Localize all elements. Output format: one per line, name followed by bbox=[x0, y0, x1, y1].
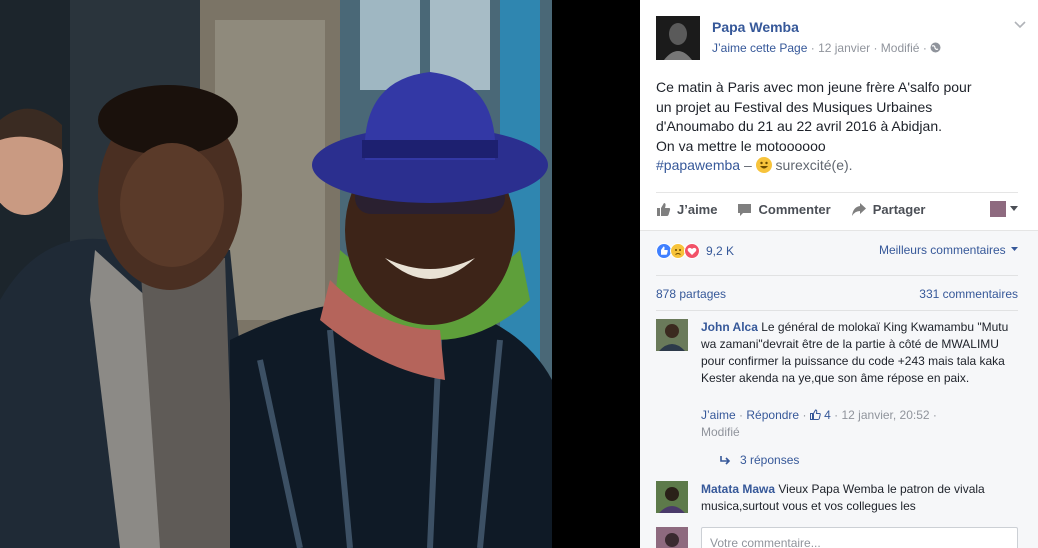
post-meta: J’aime cette Page · 12 janvier · Modifié… bbox=[712, 41, 941, 55]
caret-down-icon bbox=[1010, 206, 1018, 211]
page-avatar[interactable] bbox=[656, 16, 700, 60]
post-action-bar: J’aime Commenter Partager bbox=[656, 192, 1018, 226]
post-panel: Papa Wemba J’aime cette Page · 12 janvie… bbox=[640, 0, 1038, 548]
current-user-avatar bbox=[656, 527, 688, 548]
feeling-text: surexcité(e). bbox=[775, 157, 853, 173]
photo-illustration bbox=[0, 0, 552, 548]
post-text-line: On va mettre le motoooooo bbox=[656, 137, 826, 154]
post-header: Papa Wemba J’aime cette Page · 12 janvie… bbox=[656, 14, 1026, 64]
post-text-line: un projet au Festival des Musiques Urbai… bbox=[656, 98, 933, 115]
comment-author-link[interactable]: Matata Mawa bbox=[701, 482, 775, 496]
share-button[interactable]: Partager bbox=[851, 202, 926, 217]
excited-emoji-icon bbox=[755, 157, 772, 173]
post-stats: 878 partages 331 commentaires bbox=[656, 275, 1018, 311]
comment-time[interactable]: 12 janvier, 20:52 bbox=[842, 408, 930, 422]
comment-reply-link[interactable]: Répondre bbox=[746, 408, 799, 422]
actor-selector[interactable] bbox=[990, 201, 1018, 217]
thumbs-up-icon bbox=[809, 409, 821, 420]
replies-count: 3 réponses bbox=[740, 453, 800, 467]
commenter-avatar[interactable] bbox=[656, 481, 688, 513]
comment-icon bbox=[738, 204, 752, 216]
comment-like-link[interactable]: J’aime bbox=[701, 408, 736, 422]
globe-icon bbox=[930, 41, 941, 55]
page-name-link[interactable]: Papa Wemba bbox=[712, 19, 799, 35]
reactions-summary[interactable]: 9,2 K Meilleurs commentaires bbox=[656, 241, 1018, 261]
like-button[interactable]: J’aime bbox=[656, 202, 717, 217]
share-arrow-icon bbox=[851, 203, 866, 216]
comment-item: Matata Mawa Vieux Papa Wemba le patron d… bbox=[656, 481, 1018, 521]
thumbs-up-icon bbox=[657, 203, 671, 216]
view-replies-link[interactable]: 3 réponses bbox=[720, 453, 799, 467]
comment-sort-dropdown[interactable]: Meilleurs commentaires bbox=[879, 243, 1018, 257]
comment-actions: J’aime · Répondre · 4 · 12 janvier, 20:5… bbox=[701, 408, 937, 439]
comment-body: Matata Mawa Vieux Papa Wemba le patron d… bbox=[701, 481, 1018, 515]
love-reaction-icon bbox=[684, 243, 700, 259]
comment-composer: Votre commentaire... bbox=[656, 527, 1018, 548]
post-date[interactable]: 12 janvier bbox=[818, 41, 870, 55]
comment-input[interactable]: Votre commentaire... bbox=[701, 527, 1018, 548]
caret-down-icon bbox=[1011, 247, 1018, 251]
reply-arrow-icon bbox=[720, 456, 731, 465]
photo-frame bbox=[552, 0, 640, 548]
comment-item: John Alca Le général de molokaï King Kwa… bbox=[656, 319, 1018, 469]
like-button-label: J’aime bbox=[677, 202, 718, 217]
like-page-link[interactable]: J’aime cette Page bbox=[712, 41, 807, 55]
actor-avatar bbox=[990, 201, 1006, 217]
feedback-section: 9,2 K Meilleurs commentaires 878 partage… bbox=[640, 230, 1038, 548]
reaction-count[interactable]: 9,2 K bbox=[706, 244, 734, 258]
comment-body: John Alca Le général de molokaï King Kwa… bbox=[701, 319, 1018, 387]
comment-likes-count[interactable]: 4 bbox=[809, 408, 834, 422]
comment-button-label: Commenter bbox=[758, 202, 831, 217]
post-options-chevron-icon[interactable] bbox=[1014, 18, 1026, 32]
post-text: Ce matin à Paris avec mon jeune frère A'… bbox=[656, 78, 1024, 176]
shares-count-link[interactable]: 878 partages bbox=[656, 287, 726, 301]
comment-likes-value: 4 bbox=[824, 408, 831, 422]
comment-edited[interactable]: Modifié bbox=[701, 425, 740, 439]
feeling-separator: – bbox=[743, 157, 752, 173]
comment-button[interactable]: Commenter bbox=[737, 202, 831, 217]
post-photo[interactable] bbox=[0, 0, 552, 548]
hashtag-link[interactable]: #papawemba bbox=[656, 157, 740, 173]
comment-sort-label: Meilleurs commentaires bbox=[878, 243, 1006, 257]
comment-author-link[interactable]: John Alca bbox=[701, 320, 758, 334]
post-text-line: d'Anoumabo du 21 au 22 avril 2016 à Abid… bbox=[656, 118, 943, 134]
post-edited[interactable]: Modifié bbox=[881, 41, 920, 55]
post-text-line: Ce matin à Paris avec mon jeune frère A'… bbox=[656, 79, 972, 95]
post-tag-line: #papawemba – surexcité(e). bbox=[656, 156, 1024, 176]
commenter-avatar[interactable] bbox=[656, 319, 688, 351]
comments-count-link[interactable]: 331 commentaires bbox=[919, 287, 1018, 301]
share-button-label: Partager bbox=[872, 202, 926, 217]
